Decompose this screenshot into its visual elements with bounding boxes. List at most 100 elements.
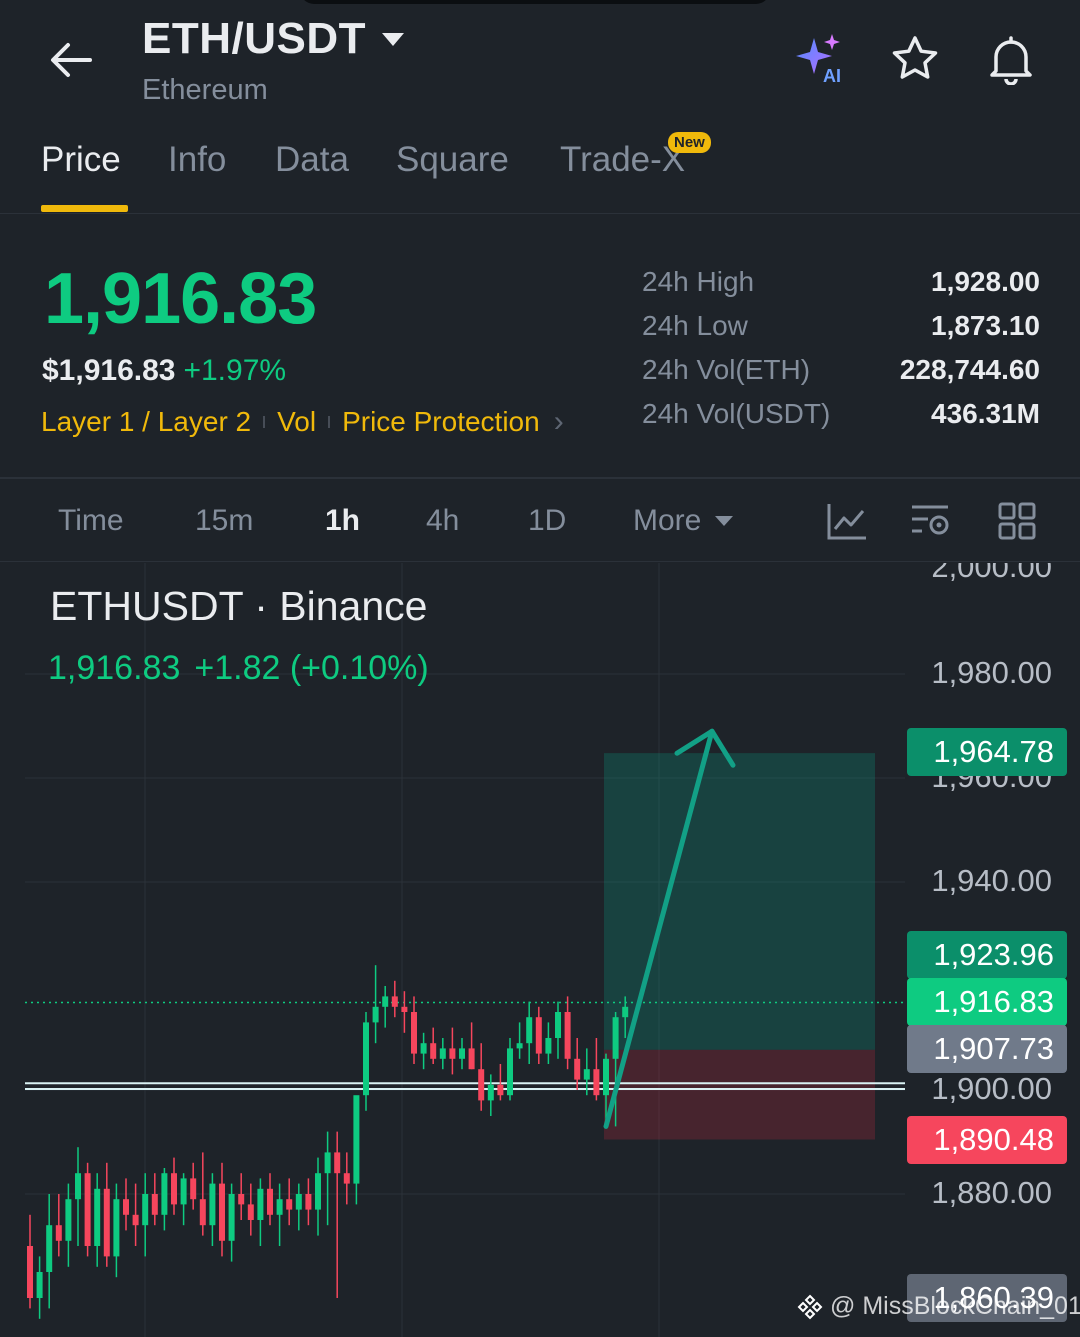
target-price-badge[interactable]: 1,923.96 — [907, 931, 1067, 979]
candle — [94, 1173, 101, 1267]
stats-panel: 24h High 1,928.00 24h Low 1,873.10 24h V… — [642, 266, 1040, 442]
stat-value: 228,744.60 — [899, 354, 1040, 385]
stat-row: 24h Vol(ETH) 228,744.60 — [642, 354, 1040, 398]
pair-subtitle: Ethereum — [142, 74, 268, 106]
header: ETH/USDT Ethereum AI — [0, 0, 1080, 120]
candle — [132, 1183, 139, 1246]
candle — [468, 1022, 475, 1070]
candle — [238, 1173, 245, 1220]
candle — [449, 1027, 456, 1075]
candle — [574, 1038, 581, 1090]
candle — [36, 1256, 43, 1319]
y-axis-label: 1,980.00 — [931, 655, 1052, 690]
candle — [516, 1022, 523, 1059]
stop-loss-badge[interactable]: 1,890.48 — [907, 1116, 1067, 1164]
candle — [103, 1162, 110, 1267]
candle — [391, 980, 398, 1018]
favorite-button[interactable] — [886, 30, 944, 88]
candle — [286, 1178, 293, 1226]
tag-price-protection[interactable]: Price Protection — [342, 406, 540, 438]
y-axis-label: 1,880.00 — [931, 1175, 1052, 1210]
candle — [84, 1162, 91, 1257]
candle — [382, 986, 389, 1028]
candle — [190, 1162, 197, 1210]
candle — [334, 1131, 341, 1298]
back-arrow-icon — [51, 43, 92, 77]
y-axis-label: 1,940.00 — [931, 863, 1052, 898]
interval-1h[interactable]: 1h — [325, 504, 360, 538]
take-profit-badge[interactable]: 1,964.78 — [907, 728, 1067, 776]
candle — [113, 1183, 120, 1278]
candle — [353, 1095, 360, 1205]
candle — [180, 1173, 187, 1226]
loss-zone — [604, 1049, 875, 1140]
candle — [324, 1131, 331, 1226]
stat-label: 24h High — [642, 266, 755, 297]
pair-title: ETH/USDT — [142, 14, 366, 63]
interval-time[interactable]: Time — [58, 504, 124, 538]
new-badge: New — [668, 132, 711, 153]
candle — [507, 1038, 513, 1101]
tag-layer[interactable]: Layer 1 / Layer 2 — [41, 406, 251, 438]
candle — [564, 996, 571, 1070]
chart-quote: 1,916.83 +1.82 (+0.10%) — [48, 649, 443, 688]
interval-15m[interactable]: 15m — [195, 504, 253, 538]
candle — [487, 1074, 494, 1116]
binance-logo-icon — [797, 1294, 823, 1319]
interval-1d[interactable]: 1D — [528, 504, 566, 538]
fiat-price: $1,916.83 — [42, 354, 176, 387]
pair-selector[interactable]: ETH/USDT — [142, 14, 404, 64]
candle — [276, 1183, 283, 1246]
candle — [526, 1001, 533, 1064]
indicator-button[interactable] — [824, 498, 870, 544]
candle — [420, 1032, 427, 1070]
candle — [267, 1173, 273, 1226]
stat-value: 1,928.00 — [931, 266, 1040, 297]
chevron-right-icon: › — [553, 405, 564, 438]
tag-vol[interactable]: Vol — [277, 406, 316, 438]
last-price: 1,916.83 — [44, 259, 317, 339]
entry-price-badge[interactable]: 1,907.73 — [907, 1025, 1067, 1073]
candle — [247, 1183, 254, 1236]
chart-quote-change: +1.82 (+0.10%) — [194, 649, 429, 687]
candle — [545, 1022, 552, 1064]
candle — [535, 1006, 542, 1064]
chart-settings-button[interactable] — [908, 498, 954, 544]
candle — [459, 1038, 465, 1070]
chevron-down-icon — [715, 516, 734, 526]
ai-assistant-button[interactable]: AI — [792, 30, 850, 88]
candle — [65, 1183, 72, 1267]
back-button[interactable] — [40, 32, 100, 88]
stat-label: 24h Vol(ETH) — [642, 354, 811, 385]
candle — [430, 1027, 437, 1064]
watermark: @ MissBlockChain_01 — [796, 1292, 1080, 1321]
layout-grid-icon — [998, 502, 1036, 540]
chevron-down-icon — [382, 32, 404, 46]
position-zones — [604, 753, 875, 1140]
tab-square[interactable]: Square — [396, 140, 509, 180]
candle — [161, 1168, 168, 1231]
candle — [372, 965, 379, 1044]
price-chart[interactable]: ETHUSDT · Binance 1,916.83 +1.82 (+0.10%)… — [0, 563, 1080, 1337]
layout-button[interactable] — [994, 498, 1040, 544]
interval-4h[interactable]: 4h — [426, 504, 459, 538]
tags-row[interactable]: Layer 1 / Layer 2 Vol Price Protection › — [41, 405, 564, 439]
candle — [295, 1183, 302, 1231]
candle — [315, 1157, 321, 1236]
candle — [593, 1038, 600, 1101]
chart-title: ETHUSDT · Binance — [50, 583, 428, 629]
candle — [55, 1194, 62, 1257]
tab-price[interactable]: Price — [41, 140, 121, 180]
y-axis-label: 2,000.00 — [931, 563, 1052, 584]
star-icon — [892, 36, 938, 79]
candle — [75, 1147, 81, 1246]
candle — [151, 1173, 158, 1226]
active-tab-indicator — [41, 205, 128, 212]
tab-trade-x[interactable]: Trade-X — [560, 140, 685, 180]
tab-data[interactable]: Data — [275, 140, 349, 180]
alert-button[interactable] — [982, 30, 1040, 88]
tab-info[interactable]: Info — [168, 140, 226, 180]
interval-more[interactable]: More — [633, 504, 734, 538]
candle — [439, 1038, 446, 1070]
stat-row: 24h Vol(USDT) 436.31M — [642, 398, 1040, 442]
